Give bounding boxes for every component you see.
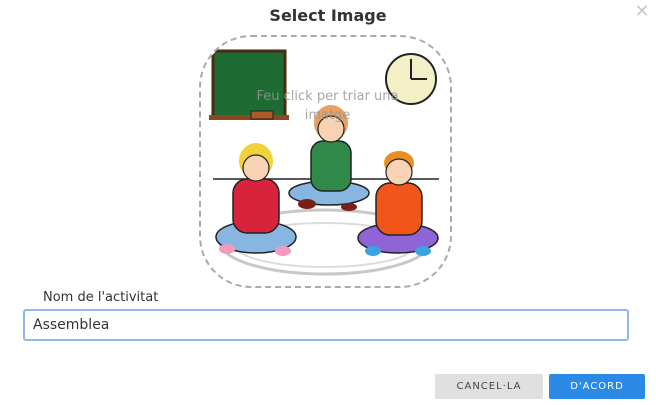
close-icon[interactable]: ✕ <box>633 3 651 21</box>
cancel-button[interactable]: CANCEL·LA <box>435 374 543 399</box>
assembly-illustration <box>209 49 439 276</box>
ok-button[interactable]: D'ACORD <box>549 374 645 399</box>
image-picker[interactable]: Feu click per triar una imatge <box>199 35 452 288</box>
activity-name-label: Nom de l'activitat <box>43 290 159 305</box>
dialog-title: Select Image <box>269 6 387 25</box>
child-right <box>357 151 439 256</box>
image-hint: Feu click per triar una imatge <box>256 89 399 123</box>
child-left <box>215 143 297 256</box>
activity-name-input[interactable] <box>23 309 629 341</box>
